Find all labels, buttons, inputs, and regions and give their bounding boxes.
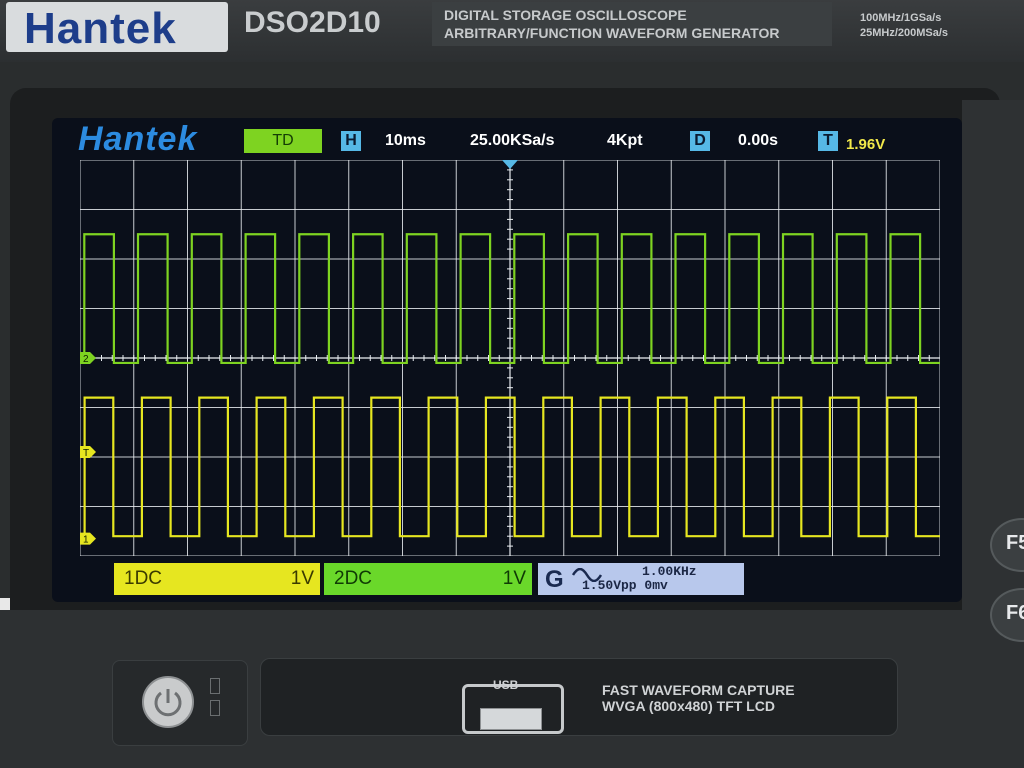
generator-amplitude: 1.50Vpp 0mv: [582, 578, 668, 593]
trigger-icon: T: [818, 131, 838, 151]
ch2-status[interactable]: 2DC 1V: [324, 563, 532, 595]
description-line-2: ARBITRARY/FUNCTION WAVEFORM GENERATOR: [444, 25, 780, 41]
delay-value: 0.00s: [738, 132, 779, 149]
trigger-position-icon: [502, 160, 518, 169]
description-box: DIGITAL STORAGE OSCILLOSCOPE ARBITRARY/F…: [432, 2, 832, 46]
mode-indicator: TD: [244, 129, 322, 153]
run-indicator-icon: [210, 700, 220, 716]
brand-name: Hantek: [24, 4, 177, 53]
model-label: DSO2D10: [244, 6, 381, 39]
brand-label: Hantek: [6, 2, 228, 53]
ch2-scale: 1V: [502, 568, 526, 589]
spec-line-2: 25MHz/200MSa/s: [860, 27, 949, 39]
description-line-1: DIGITAL STORAGE OSCILLOSCOPE: [444, 7, 687, 23]
f5-label: F5: [1006, 532, 1024, 554]
timebase-value: 10ms: [385, 132, 426, 149]
timebase-icon: H: [341, 131, 361, 151]
usb-panel: [260, 658, 898, 736]
feature-text-1: FAST WAVEFORM CAPTURE: [602, 682, 795, 698]
power-button[interactable]: [142, 676, 194, 728]
trigger-level-marker-label: T: [83, 448, 89, 459]
plot-grid: [80, 160, 940, 556]
device-top-strip: Hantek DSO2D10 DIGITAL STORAGE OSCILLOSC…: [0, 0, 1024, 62]
spec-line-1: 100MHz/1GSa/s: [860, 12, 942, 24]
ch1-coupling-label: 1DC: [124, 568, 163, 589]
ch2-marker-label: 2: [83, 354, 89, 365]
generator-label: G: [545, 566, 564, 593]
feature-text-2: WVGA (800x480) TFT LCD: [602, 698, 775, 714]
ch1-marker-label: 1: [83, 535, 89, 546]
ch1-status[interactable]: 1DC 1V: [114, 563, 320, 595]
standby-indicator-icon: [210, 678, 220, 694]
ch1-scale: 1V: [290, 568, 314, 589]
generator-frequency: 1.00KHz: [642, 564, 697, 579]
usb-slot: [480, 708, 542, 730]
usb-label: USB: [493, 678, 519, 692]
f6-label: F6: [1006, 602, 1024, 624]
memory-depth-value: 4Kpt: [607, 132, 643, 149]
waveform-plot[interactable]: 2 T 1: [80, 160, 940, 556]
delay-icon: D: [690, 131, 710, 151]
screen-logo: Hantek: [78, 120, 198, 158]
generator-status[interactable]: G 1.00KHz 1.50Vpp 0mv: [538, 563, 744, 595]
trigger-level-value: 1.96V: [846, 136, 886, 153]
ch2-coupling-label: 2DC: [334, 568, 373, 589]
sample-rate-value: 25.00KSa/s: [470, 132, 555, 149]
power-icon: [154, 689, 182, 717]
